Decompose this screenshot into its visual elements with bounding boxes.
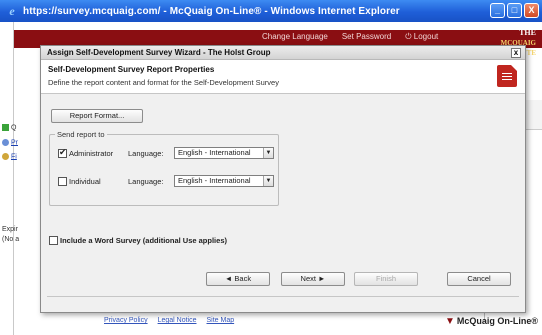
power-icon: ⏻: [405, 32, 414, 41]
report-format-button[interactable]: Report Format...: [51, 109, 143, 123]
side-item-label: Q: [11, 124, 17, 132]
send-report-legend: Send report to: [55, 130, 107, 139]
expiry-note: (No a: [2, 236, 20, 243]
side-link[interactable]: Pr: [2, 139, 18, 146]
side-link-label: Fi: [11, 153, 17, 161]
document-icon: [497, 65, 517, 87]
page-border: [13, 22, 14, 335]
dropdown-arrow-icon: ▼: [263, 176, 273, 186]
side-link-label: Pr: [11, 139, 18, 147]
maximize-button[interactable]: □: [507, 3, 522, 18]
browser-title-bar: e https://survey.mcquaig.com/ - McQuaig …: [0, 0, 542, 22]
individual-label: Individual: [69, 177, 101, 186]
logout-label: Logout: [413, 32, 439, 41]
browser-title: https://survey.mcquaig.com/ - McQuaig On…: [23, 5, 400, 17]
site-map-link[interactable]: Site Map: [207, 317, 235, 324]
dialog-heading: Self-Development Survey Report Propertie…: [48, 65, 215, 74]
search-icon: [2, 153, 9, 160]
legal-notice-link[interactable]: Legal Notice: [158, 317, 197, 324]
finish-button: Finish: [354, 272, 418, 286]
header-links: Change Language Set Password ⏻ Logout: [262, 32, 438, 42]
window-controls: _ □ X: [490, 3, 539, 18]
footer-logo-text: McQuaig On-Line®: [456, 316, 538, 326]
set-password-link[interactable]: Set Password: [342, 32, 391, 42]
individual-checkbox[interactable]: [58, 177, 67, 186]
administrator-language-value: English - International: [178, 148, 251, 157]
assign-survey-wizard-dialog: Assign Self-Development Survey Wizard - …: [40, 45, 526, 313]
dialog-separator: [47, 296, 519, 297]
dialog-header: Self-Development Survey Report Propertie…: [41, 60, 525, 94]
dialog-close-button[interactable]: x: [511, 48, 521, 58]
individual-language-select[interactable]: English - International ▼: [174, 175, 274, 187]
internet-explorer-icon: e: [9, 4, 15, 18]
back-button[interactable]: ◄ Back: [206, 272, 270, 286]
language-label: Language:: [128, 177, 164, 186]
globe-icon: [2, 139, 9, 146]
administrator-language-select[interactable]: English - International ▼: [174, 147, 274, 159]
administrator-checkbox[interactable]: [58, 147, 67, 158]
mcquaig-mark-icon: ▼: [444, 316, 455, 327]
language-label: Language:: [128, 149, 164, 158]
dialog-title-bar: Assign Self-Development Survey Wizard - …: [41, 46, 525, 60]
administrator-label: Administrator: [69, 149, 114, 158]
individual-language-value: English - International: [178, 176, 251, 185]
footer-logo: ▼ McQuaig On-Line®: [445, 316, 538, 327]
close-window-button[interactable]: X: [524, 3, 539, 18]
cancel-button[interactable]: Cancel: [447, 272, 511, 286]
privacy-policy-link[interactable]: Privacy Policy: [104, 317, 148, 324]
send-report-group: Send report to: [49, 130, 279, 206]
dropdown-arrow-icon: ▼: [263, 148, 273, 158]
next-button[interactable]: Next ►: [281, 272, 345, 286]
word-survey-checkbox[interactable]: [49, 236, 58, 245]
logout-link[interactable]: ⏻ Logout: [405, 32, 438, 42]
dialog-title: Assign Self-Development Survey Wizard - …: [47, 48, 271, 57]
brand-line: THE: [519, 28, 536, 37]
minimize-button[interactable]: _: [490, 3, 505, 18]
word-survey-label: Include a Word Survey (additional Use ap…: [60, 236, 227, 245]
footer-links: Privacy Policy Legal Notice Site Map: [104, 317, 234, 324]
side-link[interactable]: Fi: [2, 153, 17, 160]
side-item[interactable]: Q: [2, 124, 16, 131]
expiry-label: Expir: [2, 226, 18, 233]
flag-icon: [2, 124, 9, 131]
change-language-link[interactable]: Change Language: [262, 32, 328, 42]
dialog-description: Define the report content and format for…: [48, 78, 279, 87]
